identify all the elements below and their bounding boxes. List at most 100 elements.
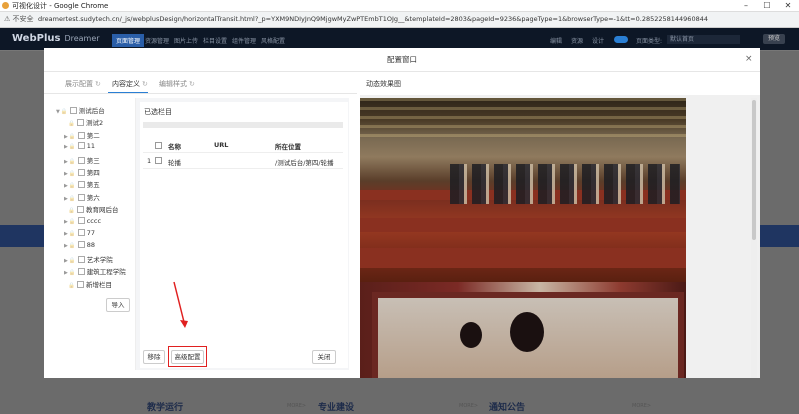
page-type-label: 页面类型:: [636, 38, 663, 45]
caret-right-icon[interactable]: [64, 208, 67, 214]
tree-item-label: 第二: [86, 131, 100, 140]
close-button[interactable]: 关闭: [312, 350, 336, 364]
caret-right-icon[interactable]: ▶: [64, 243, 68, 249]
lock-icon: 🔒: [68, 195, 76, 202]
carousel-image-2: [360, 282, 686, 378]
tree-item[interactable]: ▶🔒 第三: [64, 155, 100, 165]
nav-tab-1[interactable]: 资源管理: [145, 36, 169, 45]
header-link-design[interactable]: 设计: [592, 36, 604, 45]
tree-item[interactable]: 🔒 新增栏目: [64, 279, 112, 289]
address-bar[interactable]: ⚠ 不安全 dreamertest.sudytech.cn/_js/webplu…: [0, 12, 799, 28]
tree-item-label: 11: [86, 142, 95, 151]
tree-item[interactable]: ▶🔒 第二: [64, 130, 100, 140]
caret-right-icon[interactable]: ▶: [64, 231, 68, 237]
lock-icon: 🔒: [68, 282, 76, 289]
tree-checkbox[interactable]: [77, 206, 85, 214]
tree-checkbox[interactable]: [77, 181, 85, 189]
more-link-3[interactable]: MORE>: [632, 403, 651, 409]
tree-item[interactable]: 🔒 测试2: [64, 117, 103, 127]
tree-item[interactable]: ▶🔒 77: [64, 229, 95, 237]
caret-right-icon[interactable]: ▶: [64, 258, 68, 264]
tree-item[interactable]: ▶🔒 88: [64, 241, 95, 249]
tab-content-definition[interactable]: 内容定义 ↻: [112, 79, 148, 89]
tree-item[interactable]: ▶🔒 第四: [64, 167, 100, 177]
nav-tab-4[interactable]: 组件管理: [232, 36, 256, 45]
remove-button[interactable]: 移除: [143, 350, 165, 364]
nav-tab-2[interactable]: 图片上传: [174, 36, 198, 45]
tree-checkbox[interactable]: [77, 119, 85, 127]
tree-checkbox[interactable]: [77, 216, 85, 224]
row-checkbox[interactable]: [155, 157, 162, 164]
row-name: 轮播: [168, 159, 181, 167]
modal-close-icon[interactable]: ×: [745, 54, 753, 64]
tab-display-config[interactable]: 展示配置 ↻: [65, 79, 101, 89]
tree-checkbox[interactable]: [77, 241, 85, 249]
tree-item[interactable]: ▶🔒 艺术学院: [64, 254, 113, 264]
caret-right-icon[interactable]: ▶: [64, 171, 68, 177]
caret-right-icon[interactable]: [64, 121, 67, 127]
tree-checkbox[interactable]: [77, 280, 85, 288]
tree-checkbox[interactable]: [77, 156, 85, 164]
maximize-button[interactable]: ☐: [757, 0, 777, 11]
import-button[interactable]: 导入: [106, 298, 130, 312]
tree-checkbox[interactable]: [77, 131, 85, 139]
tree-item[interactable]: ▶🔒 11: [64, 142, 95, 150]
tree-checkbox[interactable]: [77, 268, 85, 276]
nav-tab-3[interactable]: 栏目设置: [203, 36, 227, 45]
tree-item-label: 88: [86, 241, 95, 250]
preview-button[interactable]: 预览: [763, 34, 785, 44]
tree-checkbox[interactable]: [77, 193, 85, 201]
header-link-edit[interactable]: 编辑: [550, 36, 562, 45]
lock-icon: 🔒: [68, 144, 76, 151]
tree-item[interactable]: ▶🔒 建筑工程学院: [64, 266, 126, 276]
caret-right-icon[interactable]: ▶: [64, 219, 68, 225]
tree-item[interactable]: ▼🔒 测试后台: [56, 105, 105, 115]
caret-right-icon[interactable]: ▶: [64, 196, 68, 202]
caret-right-icon[interactable]: ▶: [64, 183, 68, 189]
select-all-checkbox[interactable]: [155, 142, 162, 149]
nav-tab-0[interactable]: 页面管理: [112, 34, 145, 47]
caret-right-icon[interactable]: ▶: [64, 270, 68, 276]
modal-title: 配置窗口: [387, 55, 417, 64]
tab-edit-style[interactable]: 编辑样式 ↻: [159, 79, 195, 89]
lock-icon: 🔒: [68, 231, 76, 237]
annotation-arrow-icon: [173, 281, 188, 328]
header-name: 名称: [168, 143, 181, 151]
page-type-select[interactable]: 默认首页: [667, 35, 740, 44]
header-location: 所在位置: [275, 143, 301, 151]
url-text[interactable]: dreamertest.sudytech.cn/_js/webplusDesig…: [38, 15, 708, 23]
design-toggle[interactable]: [614, 36, 628, 43]
tree-item[interactable]: ▶🔒 cccc: [64, 216, 101, 225]
insecure-warning[interactable]: ⚠ 不安全: [4, 14, 34, 24]
more-link-1[interactable]: MORE>: [287, 403, 306, 409]
caret-down-icon[interactable]: ▼: [56, 109, 60, 115]
close-window-button[interactable]: ✕: [778, 0, 798, 11]
desk-row: [360, 248, 686, 268]
caret-right-icon[interactable]: ▶: [64, 159, 68, 165]
tree-item-label: 教育网后台: [86, 206, 119, 215]
lock-icon: 🔒: [68, 171, 76, 177]
tree-checkbox[interactable]: [77, 255, 85, 263]
minimize-button[interactable]: –: [736, 0, 756, 11]
app-favicon-icon: [2, 2, 9, 9]
tree-item[interactable]: ▶🔒 第五: [64, 179, 100, 189]
header-link-resource[interactable]: 资源: [571, 36, 583, 45]
tree-checkbox[interactable]: [69, 107, 77, 114]
more-link-2[interactable]: MORE>: [459, 403, 478, 409]
caret-right-icon[interactable]: ▶: [64, 144, 68, 150]
caret-right-icon[interactable]: [64, 283, 67, 289]
lock-icon: 🔒: [68, 208, 76, 215]
tree-checkbox[interactable]: [77, 169, 85, 176]
lock-icon: 🔒: [68, 270, 76, 277]
preview-scroll-thumb[interactable]: [752, 100, 756, 240]
security-label: 不安全: [12, 15, 34, 23]
tree-checkbox[interactable]: [77, 229, 85, 236]
desk-row: [360, 218, 686, 232]
tree-item[interactable]: ▶🔒 第六: [64, 192, 100, 202]
tree-item-label: 第三: [86, 156, 100, 165]
tree-item-label: 77: [86, 229, 95, 237]
nav-tab-5[interactable]: 风格配置: [261, 36, 285, 45]
tree-item[interactable]: 🔒 教育网后台: [64, 204, 119, 214]
tree-checkbox[interactable]: [77, 142, 85, 150]
caret-right-icon[interactable]: ▶: [64, 134, 68, 140]
